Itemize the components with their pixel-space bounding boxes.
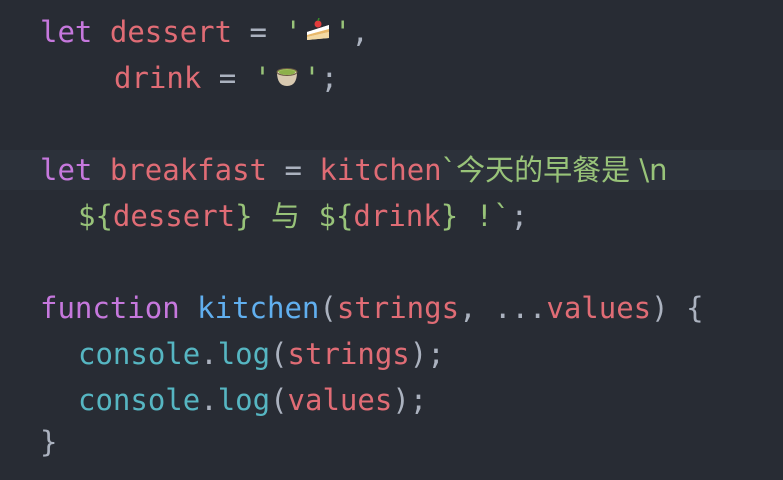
paren-close: ) — [409, 337, 428, 371]
template-string-start: `今天的早餐是 \n — [441, 153, 668, 187]
param-values: values — [546, 291, 652, 325]
param-strings: strings — [336, 291, 460, 325]
interpolation-close: } — [440, 199, 459, 233]
paren-open: ( — [270, 383, 288, 417]
variable-breakfast: breakfast — [109, 153, 267, 187]
paren-close: ) — [651, 291, 669, 325]
interpolation-drink: drink — [353, 199, 441, 233]
variable-dessert: dessert — [109, 15, 233, 49]
method-log: log — [217, 383, 271, 417]
object-console: console — [78, 383, 201, 417]
semicolon: ; — [427, 337, 445, 371]
semicolon: ; — [409, 383, 428, 417]
template-text-and: 与 — [252, 199, 319, 233]
assign-operator: = — [284, 153, 302, 187]
brace-open: { — [668, 291, 704, 325]
code-line-5[interactable]: function kitchen(strings, ...values) { — [0, 288, 783, 328]
code-line-3[interactable]: let breakfast = kitchen`今天的早餐是 \n — [0, 150, 783, 190]
tag-function-kitchen: kitchen — [319, 153, 442, 187]
assign-operator: = — [249, 15, 268, 49]
semicolon: ; — [320, 61, 339, 95]
paren-open: ( — [270, 337, 288, 371]
comma: , — [351, 15, 369, 49]
dot: . — [200, 337, 218, 371]
cake-emoji — [304, 14, 332, 54]
string-quote-open: ' — [284, 15, 302, 49]
variable-drink: drink — [114, 61, 202, 95]
template-string-end: !` — [458, 199, 511, 233]
keyword-let: let — [40, 153, 93, 187]
paren-open: ( — [319, 291, 337, 325]
object-console: console — [78, 337, 201, 371]
code-line-7[interactable]: console.log(values); — [0, 380, 783, 420]
string-quote-open: ' — [253, 61, 272, 95]
keyword-function: function — [40, 291, 180, 325]
code-editor[interactable]: let dessert = ' ', drink = ' '; let breakf… — [0, 0, 783, 480]
arg-strings: strings — [287, 337, 410, 371]
code-line-1[interactable]: let dessert = ' ', — [0, 12, 783, 52]
code-line-4[interactable]: ${dessert} 与 ${drink} !`; — [0, 196, 783, 236]
assign-operator: = — [218, 61, 237, 95]
interpolation-close: } — [235, 199, 253, 233]
interpolation-open: ${ — [318, 199, 354, 233]
string-quote-close: ' — [333, 15, 352, 49]
keyword-let: let — [40, 15, 93, 49]
dot: . — [200, 383, 218, 417]
code-line-6[interactable]: console.log(strings); — [0, 334, 783, 374]
tea-emoji — [273, 60, 301, 100]
string-quote-close: ' — [303, 61, 321, 95]
method-log: log — [217, 337, 271, 371]
brace-close: } — [40, 425, 58, 459]
semicolon: ; — [510, 199, 529, 233]
code-line-2[interactable]: drink = ' '; — [0, 58, 783, 98]
interpolation-open: ${ — [78, 199, 113, 233]
function-name-kitchen: kitchen — [197, 291, 320, 325]
interpolation-dessert: dessert — [112, 199, 236, 233]
arg-values: values — [287, 383, 393, 417]
param-separator: , — [459, 291, 494, 325]
code-line-8[interactable]: } — [0, 422, 783, 462]
spread-operator: ... — [493, 291, 547, 325]
paren-close: ) — [392, 383, 410, 417]
